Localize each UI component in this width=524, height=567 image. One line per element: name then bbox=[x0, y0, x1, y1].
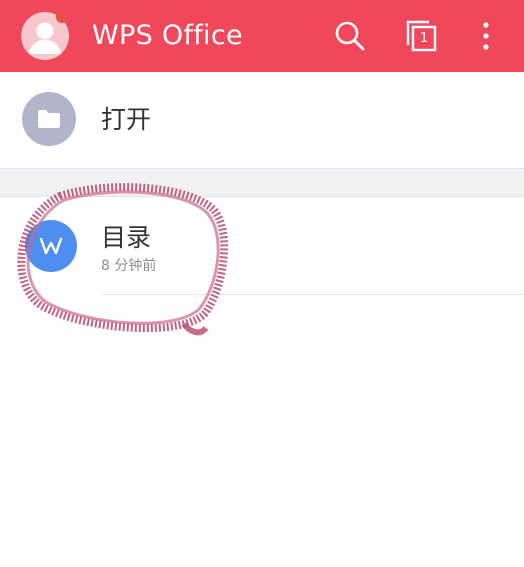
notification-dot bbox=[56, 11, 68, 23]
file-name: 目录 bbox=[101, 223, 152, 252]
file-time: 8 分钟前 bbox=[101, 258, 157, 274]
recent-file-item[interactable]: 目录 8 分钟前 bbox=[0, 198, 524, 296]
window-count: 1 bbox=[419, 31, 429, 46]
wps-writer-icon bbox=[25, 220, 77, 272]
row-divider bbox=[101, 294, 524, 295]
open-label: 打开 bbox=[101, 105, 152, 134]
more-vertical-icon[interactable] bbox=[476, 19, 496, 53]
app-bar: WPS Office 1 bbox=[0, 0, 524, 72]
search-icon[interactable] bbox=[333, 19, 367, 53]
window-switch-icon[interactable]: 1 bbox=[405, 19, 439, 53]
section-divider bbox=[0, 169, 524, 197]
open-file-row[interactable]: 打开 bbox=[0, 72, 524, 169]
folder-icon bbox=[22, 92, 76, 146]
empty-content-area bbox=[0, 297, 524, 567]
app-title: WPS Office bbox=[92, 20, 243, 51]
